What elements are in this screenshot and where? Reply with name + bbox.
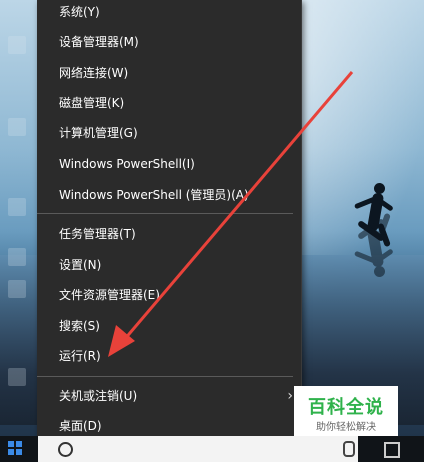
taskbar-search-box[interactable]: [38, 436, 358, 462]
search-icon: [58, 442, 73, 457]
task-view-icon[interactable]: [384, 442, 400, 458]
windows-start-icon[interactable]: [8, 441, 22, 455]
watermark-title: 百科全说: [308, 397, 384, 418]
arrow-shaft: [122, 71, 354, 341]
taskbar: [0, 436, 424, 462]
microphone-icon[interactable]: [343, 441, 355, 457]
watermark-subtitle: 助你轻松解决: [316, 422, 376, 433]
watermark-badge: 百科全说 助你轻松解决: [294, 386, 398, 436]
